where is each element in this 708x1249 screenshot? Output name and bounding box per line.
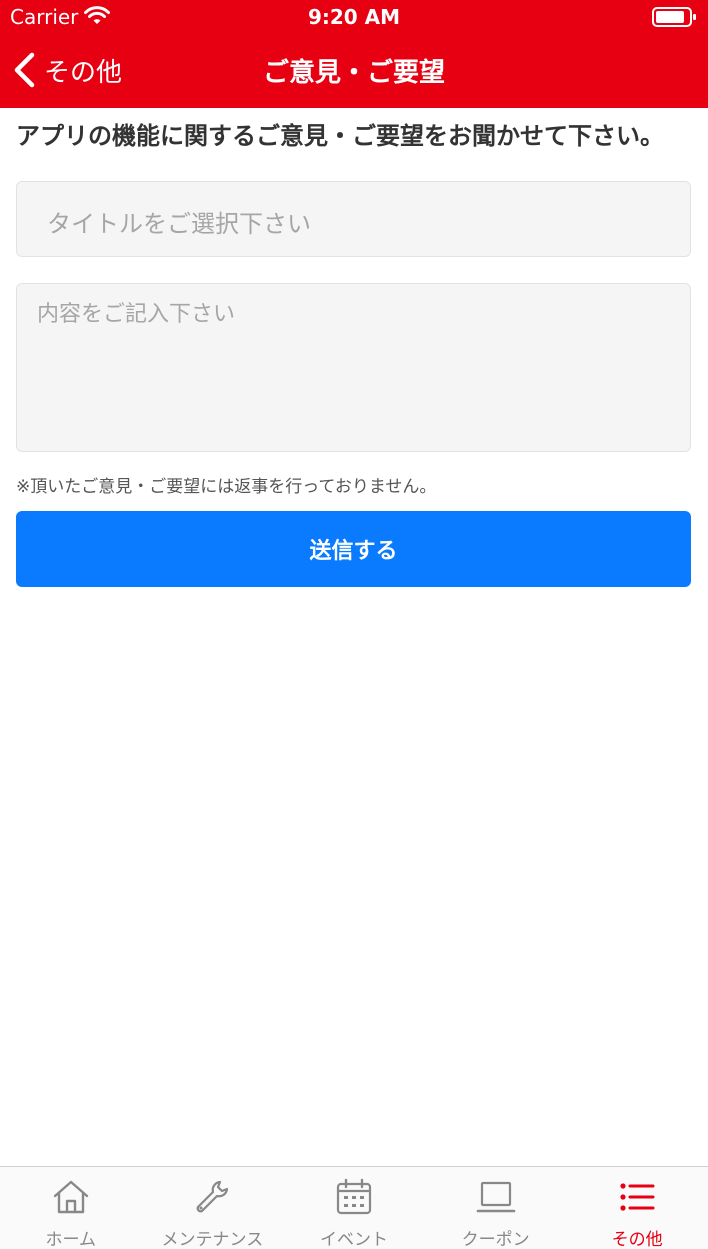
tab-label: イベント: [319, 1230, 388, 1249]
tab-other[interactable]: その他: [566, 1167, 708, 1249]
tab-label: クーポン: [461, 1230, 530, 1249]
notice-text: ※頂いたご意見・ご要望には返事を行っておりません。: [16, 477, 437, 497]
submit-button[interactable]: 送信する: [16, 511, 691, 587]
tab-coupon[interactable]: クーポン: [425, 1167, 567, 1249]
back-label: その他: [44, 57, 123, 88]
battery-icon: [652, 7, 696, 27]
status-time: 9:20 AM: [307, 5, 401, 29]
tab-maintenance[interactable]: メンテナンス: [142, 1167, 284, 1249]
chevron-left-icon: [14, 52, 35, 88]
laptop-icon: [476, 1181, 515, 1213]
title-select[interactable]: タイトルをご選択下さい: [16, 181, 691, 257]
content-input[interactable]: [16, 283, 691, 452]
tab-label: メンテナンス: [161, 1230, 264, 1249]
wrench-icon: [197, 1180, 229, 1213]
tab-label: その他: [611, 1230, 663, 1249]
tab-home[interactable]: ホーム: [0, 1167, 142, 1249]
tab-event[interactable]: イベント: [283, 1167, 425, 1249]
calendar-icon: [336, 1178, 372, 1215]
intro-text: アプリの機能に関するご意見・ご要望をお聞かせて下さい。: [16, 122, 664, 150]
tab-bar: ホーム メンテナンス イベント クーポン その他: [0, 1166, 708, 1249]
home-icon: [53, 1180, 88, 1214]
navigation-bar: その他 ご意見・ご要望: [0, 34, 708, 108]
status-bar: Carrier 9:20 AM: [0, 0, 708, 34]
tab-label: ホーム: [45, 1230, 97, 1249]
list-icon: [620, 1183, 655, 1211]
back-button[interactable]: その他: [12, 50, 122, 90]
